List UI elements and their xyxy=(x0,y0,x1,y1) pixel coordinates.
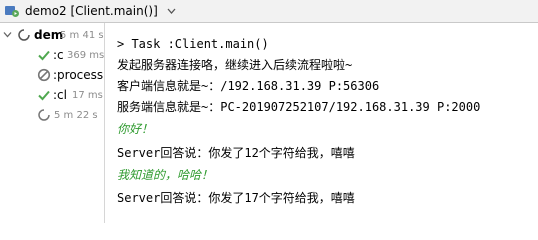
tree-row-task[interactable]: 5 m 22 s xyxy=(0,105,104,125)
tree-row-root[interactable]: dem 5 m 41 s xyxy=(0,25,104,45)
check-icon xyxy=(38,90,50,101)
tree-item-label: dem xyxy=(34,28,64,42)
console-line: Server回答说：你发了17个字符给我，嘻嘻 xyxy=(117,191,355,205)
tree-row-task[interactable]: :process xyxy=(0,65,104,85)
tree-item-time: 5 m 22 s xyxy=(54,109,98,121)
run-tab-bar: demo2 [Client.main()] xyxy=(0,0,538,23)
run-tree-panel: dem 5 m 41 s :c 369 ms :process :cl 17 m… xyxy=(0,23,105,223)
tree-row-task[interactable]: :c 369 ms xyxy=(0,45,104,65)
tree-item-label: :process xyxy=(53,68,104,82)
chevron-down-icon[interactable] xyxy=(3,30,12,39)
console-line: Server回答说：你发了12个字符给我，嘻嘻 xyxy=(117,146,355,160)
tree-item-time: 369 ms xyxy=(67,49,104,61)
spinner-icon xyxy=(38,109,50,121)
run-tab[interactable]: demo2 [Client.main()] xyxy=(0,0,184,22)
tree-item-time: 17 ms xyxy=(72,89,103,101)
console-line: > Task :Client.main() xyxy=(117,37,269,51)
tree-item-time: 5 m 41 s xyxy=(60,29,104,41)
run-config-icon xyxy=(5,6,19,17)
tree-row-task[interactable]: :cl 17 ms xyxy=(0,85,104,105)
console-line: 服务端信息就是~：PC-201907252107/192.168.31.39 P… xyxy=(117,100,481,114)
console-line: 客户端信息就是~：/192.168.31.39 P:56306 xyxy=(117,79,380,93)
console-line: 我知道的，哈哈！ xyxy=(117,168,214,182)
console-output[interactable]: > Task :Client.main() 发起服务器连接咯，继续进入后续流程啦… xyxy=(105,23,538,223)
console-line: 发起服务器连接咯，继续进入后续流程啦啦~ xyxy=(117,58,353,72)
tree-item-label: :c xyxy=(53,48,64,62)
check-icon xyxy=(38,50,50,61)
console-line: 你好！ xyxy=(117,122,154,136)
skipped-icon xyxy=(37,68,51,82)
chevron-down-icon[interactable] xyxy=(167,8,176,14)
tree-item-label: :cl xyxy=(53,88,67,102)
run-tab-title: demo2 [Client.main()] xyxy=(25,4,158,18)
spinner-icon xyxy=(18,29,30,41)
